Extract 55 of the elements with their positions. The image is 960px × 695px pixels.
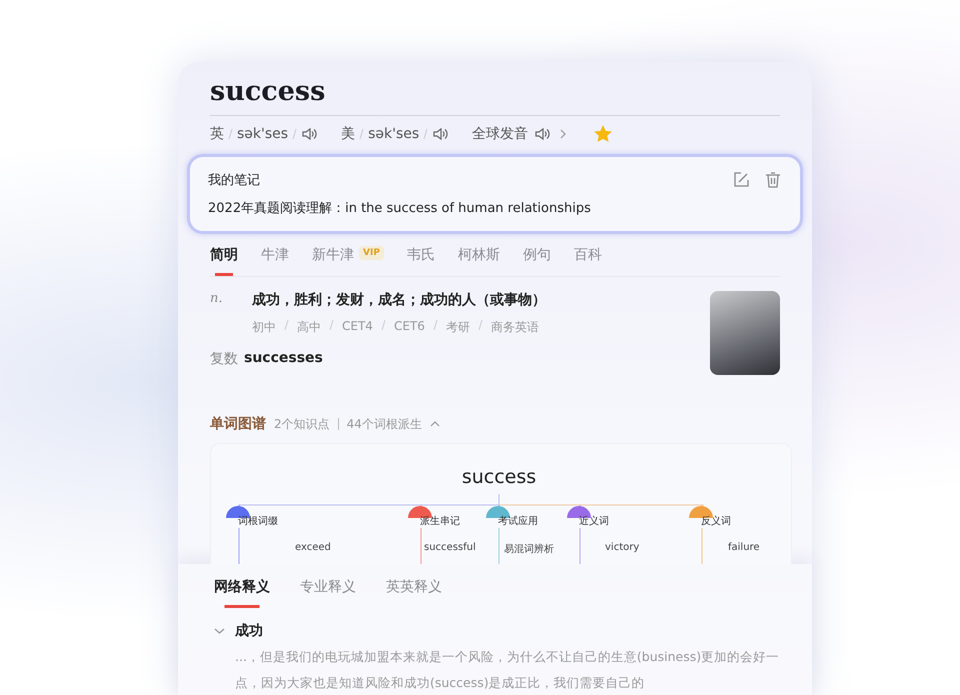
level-tag: 商务英语 bbox=[490, 319, 539, 336]
slash-divider-icon bbox=[359, 128, 364, 140]
chevron-down-icon[interactable] bbox=[214, 627, 225, 635]
slash-divider-icon bbox=[380, 319, 386, 331]
slash-divider-icon bbox=[292, 128, 298, 140]
note-text: 2022年真题阅读理解：in the success of human relationships bbox=[208, 200, 591, 217]
slash-divider-icon bbox=[432, 319, 438, 331]
note-title: 我的笔记 bbox=[208, 172, 261, 189]
plural-label: 复数 bbox=[210, 350, 238, 368]
chevron-right-icon[interactable] bbox=[558, 128, 568, 140]
definition-text: 成功，胜利；发财，成名；成功的人（或事物） bbox=[252, 291, 546, 309]
branch-label[interactable]: 词根词缀 bbox=[238, 514, 278, 528]
center-word[interactable]: success bbox=[462, 466, 536, 488]
speaker-icon[interactable] bbox=[301, 126, 318, 142]
slash-divider-icon bbox=[284, 319, 289, 331]
slash-divider-icon bbox=[478, 319, 483, 331]
leaf-word[interactable]: failure bbox=[728, 542, 760, 553]
leaf-word[interactable]: 易混词辨析 bbox=[504, 542, 554, 556]
speaker-icon[interactable] bbox=[432, 126, 448, 142]
definition-tab[interactable]: 网络释义 bbox=[214, 576, 270, 608]
region-label: 美 bbox=[341, 125, 356, 143]
leaf-word[interactable]: victory bbox=[605, 542, 640, 553]
branch-label[interactable]: 派生串记 bbox=[420, 514, 460, 528]
example-text: ...，但是我们的电玩城加盟本来就是一个风险，为什么不让自己的生意(business)更加的会好一点，因为大家也是知道风险和成功(success)是成正比，我们需要自己的 bbox=[235, 648, 780, 692]
derived-count: 44个词根派生 bbox=[346, 416, 422, 432]
phonetic-text: sək'ses bbox=[368, 126, 420, 142]
slash-divider-icon bbox=[423, 128, 428, 140]
vip-badge: VIP bbox=[359, 246, 384, 260]
trash-icon[interactable] bbox=[764, 171, 782, 189]
word-map-title: 单词图谱 bbox=[210, 415, 266, 433]
plural-word: successes bbox=[244, 350, 323, 368]
branch-label[interactable]: 近义词 bbox=[579, 514, 609, 528]
headword: success bbox=[210, 76, 326, 107]
level-tag: 考研 bbox=[446, 319, 470, 336]
knowledge-count: 2个知识点 bbox=[274, 416, 330, 432]
dictionary-tab[interactable]: 简明 bbox=[210, 244, 238, 276]
branch-label[interactable]: 考试应用 bbox=[498, 514, 538, 528]
phonetic-text: sək'ses bbox=[237, 126, 288, 142]
leaf-word[interactable]: successful bbox=[424, 542, 476, 553]
leaf-word[interactable]: exceed bbox=[295, 542, 331, 553]
level-tag: CET6 bbox=[394, 319, 425, 336]
region-label: 英 bbox=[210, 125, 224, 143]
level-tag: CET4 bbox=[342, 319, 373, 336]
star-icon[interactable] bbox=[594, 125, 612, 143]
edit-icon[interactable] bbox=[732, 171, 750, 189]
slash-divider-icon bbox=[329, 319, 334, 331]
branch-label[interactable]: 反义词 bbox=[701, 514, 731, 528]
level-tag: 初中 bbox=[252, 319, 276, 336]
part-of-speech: n. bbox=[210, 291, 224, 306]
slash-divider-icon bbox=[228, 128, 233, 140]
speaker-icon[interactable] bbox=[534, 126, 550, 142]
level-tag: 高中 bbox=[297, 319, 321, 336]
sense-heading: 成功 bbox=[235, 622, 263, 640]
global-pronunciation-label[interactable]: 全球发音 bbox=[472, 125, 528, 143]
caret-up-icon[interactable] bbox=[430, 420, 440, 428]
